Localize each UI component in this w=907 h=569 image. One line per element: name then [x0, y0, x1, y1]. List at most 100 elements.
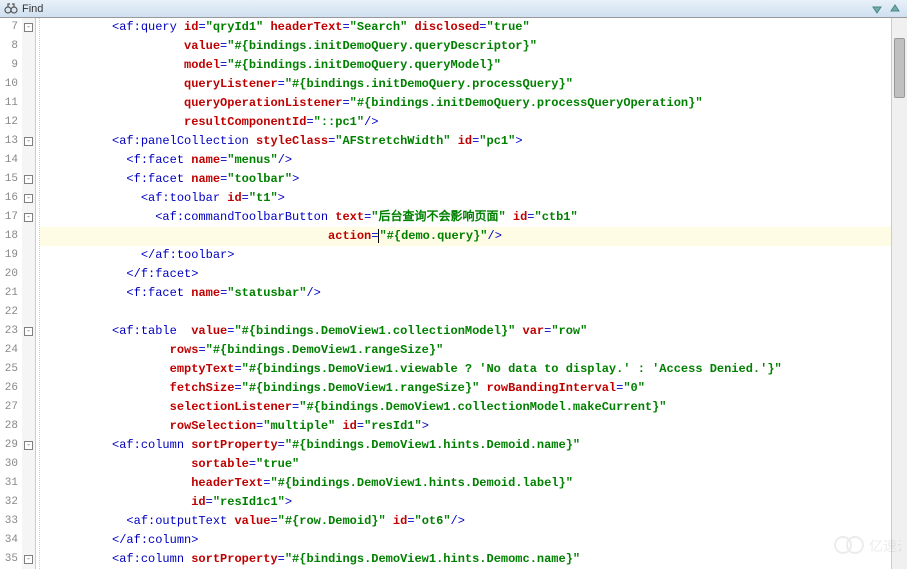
line-number: 15: [0, 170, 18, 189]
fold-cell: -: [22, 550, 35, 569]
code-line[interactable]: <af:column sortProperty="#{bindings.Demo…: [40, 436, 907, 455]
fold-toggle-icon[interactable]: -: [24, 213, 33, 222]
code-line[interactable]: <af:table value="#{bindings.DemoView1.co…: [40, 322, 907, 341]
fold-cell: [22, 379, 35, 398]
code-line[interactable]: <af:outputText value="#{row.Demoid}" id=…: [40, 512, 907, 531]
line-number: 23: [0, 322, 18, 341]
code-line[interactable]: <af:query id="qryId1" headerText="Search…: [40, 18, 907, 37]
code-line[interactable]: sortable="true": [40, 455, 907, 474]
fold-toggle-icon[interactable]: -: [24, 194, 33, 203]
code-line[interactable]: rows="#{bindings.DemoView1.rangeSize}": [40, 341, 907, 360]
fold-toggle-icon[interactable]: -: [24, 23, 33, 32]
line-number: 26: [0, 379, 18, 398]
code-line[interactable]: </f:facet>: [40, 265, 907, 284]
line-number: 33: [0, 512, 18, 531]
fold-cell: [22, 284, 35, 303]
find-next-down-button[interactable]: [869, 1, 885, 17]
code-editor[interactable]: 7891011121314151617181920212223242526272…: [0, 18, 907, 569]
code-line[interactable]: rowSelection="multiple" id="resId1">: [40, 417, 907, 436]
line-number: 11: [0, 94, 18, 113]
fold-toggle-icon[interactable]: -: [24, 137, 33, 146]
fold-toggle-icon[interactable]: -: [24, 441, 33, 450]
code-line[interactable]: fetchSize="#{bindings.DemoView1.rangeSiz…: [40, 379, 907, 398]
line-number: 14: [0, 151, 18, 170]
fold-cell: [22, 474, 35, 493]
fold-cell: [22, 398, 35, 417]
code-line[interactable]: value="#{bindings.initDemoQuery.queryDes…: [40, 37, 907, 56]
line-number: 7: [0, 18, 18, 37]
code-line[interactable]: <af:panelCollection styleClass="AFStretc…: [40, 132, 907, 151]
fold-cell: -: [22, 208, 35, 227]
fold-cell: [22, 360, 35, 379]
code-line[interactable]: <f:facet name="statusbar"/>: [40, 284, 907, 303]
line-number: 25: [0, 360, 18, 379]
fold-cell: [22, 246, 35, 265]
code-line[interactable]: <f:facet name="menus"/>: [40, 151, 907, 170]
fold-cell: [22, 227, 35, 246]
line-number: 9: [0, 56, 18, 75]
line-number: 20: [0, 265, 18, 284]
code-line[interactable]: queryOperationListener="#{bindings.initD…: [40, 94, 907, 113]
fold-cell: [22, 303, 35, 322]
find-toolbar: Find: [0, 0, 907, 18]
line-number: 34: [0, 531, 18, 550]
line-number: 8: [0, 37, 18, 56]
code-line[interactable]: id="resId1c1">: [40, 493, 907, 512]
scrollbar-thumb[interactable]: [894, 38, 905, 98]
binoculars-icon: [4, 2, 18, 16]
line-number: 24: [0, 341, 18, 360]
line-number: 27: [0, 398, 18, 417]
fold-cell: [22, 151, 35, 170]
fold-cell: -: [22, 322, 35, 341]
fold-toggle-icon[interactable]: -: [24, 327, 33, 336]
line-number-gutter: 7891011121314151617181920212223242526272…: [0, 18, 22, 569]
code-line[interactable]: resultComponentId="::pc1"/>: [40, 113, 907, 132]
fold-cell: -: [22, 189, 35, 208]
fold-cell: [22, 341, 35, 360]
code-line[interactable]: [40, 303, 907, 322]
code-line[interactable]: headerText="#{bindings.DemoView1.hints.D…: [40, 474, 907, 493]
fold-cell: -: [22, 170, 35, 189]
fold-cell: [22, 493, 35, 512]
fold-cell: -: [22, 132, 35, 151]
line-number: 18: [0, 227, 18, 246]
code-line[interactable]: </af:column>: [40, 531, 907, 550]
line-number: 17: [0, 208, 18, 227]
fold-cell: [22, 512, 35, 531]
code-line[interactable]: model="#{bindings.initDemoQuery.queryMod…: [40, 56, 907, 75]
line-number: 19: [0, 246, 18, 265]
find-label: Find: [22, 3, 43, 15]
code-line[interactable]: </af:toolbar>: [40, 246, 907, 265]
line-number: 22: [0, 303, 18, 322]
code-line[interactable]: action="#{demo.query}"/>: [40, 227, 907, 246]
line-number: 16: [0, 189, 18, 208]
fold-toggle-icon[interactable]: -: [24, 175, 33, 184]
code-line[interactable]: <af:commandToolbarButton text="后台查询不会影响页…: [40, 208, 907, 227]
code-area[interactable]: <af:query id="qryId1" headerText="Search…: [40, 18, 907, 569]
line-number: 12: [0, 113, 18, 132]
fold-cell: -: [22, 18, 35, 37]
fold-cell: [22, 455, 35, 474]
line-number: 32: [0, 493, 18, 512]
code-line[interactable]: <f:facet name="toolbar">: [40, 170, 907, 189]
line-number: 10: [0, 75, 18, 94]
line-number: 29: [0, 436, 18, 455]
fold-cell: [22, 531, 35, 550]
code-line[interactable]: <af:column sortProperty="#{bindings.Demo…: [40, 550, 907, 569]
code-line[interactable]: emptyText="#{bindings.DemoView1.viewable…: [40, 360, 907, 379]
code-line[interactable]: selectionListener="#{bindings.DemoView1.…: [40, 398, 907, 417]
code-line[interactable]: queryListener="#{bindings.initDemoQuery.…: [40, 75, 907, 94]
fold-cell: [22, 56, 35, 75]
line-number: 31: [0, 474, 18, 493]
find-prev-up-button[interactable]: [887, 1, 903, 17]
code-line[interactable]: <af:toolbar id="t1">: [40, 189, 907, 208]
fold-cell: [22, 75, 35, 94]
fold-toggle-icon[interactable]: -: [24, 555, 33, 564]
line-number: 35: [0, 550, 18, 569]
fold-cell: [22, 265, 35, 284]
line-number: 28: [0, 417, 18, 436]
fold-cell: [22, 113, 35, 132]
fold-cell: [22, 37, 35, 56]
vertical-scrollbar[interactable]: [891, 18, 907, 569]
fold-cell: [22, 94, 35, 113]
